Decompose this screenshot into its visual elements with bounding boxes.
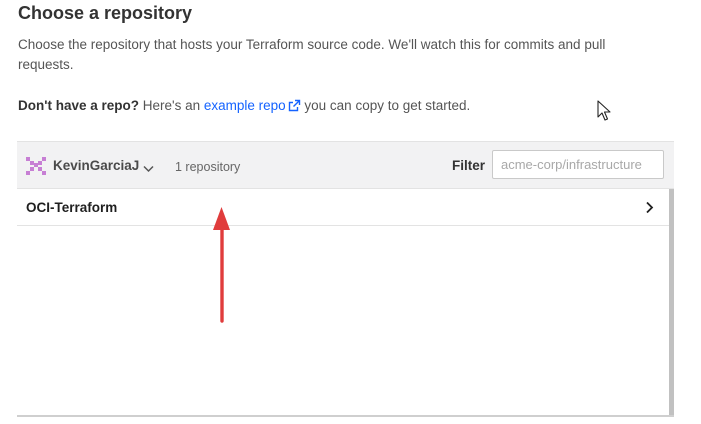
repository-panel-header: KevinGarciaJ 1 repository Filter bbox=[17, 141, 674, 189]
red-arrow-annotation bbox=[205, 200, 239, 331]
org-avatar[interactable] bbox=[26, 157, 46, 180]
chevron-down-icon[interactable] bbox=[143, 160, 154, 178]
external-link-icon bbox=[288, 99, 301, 115]
chevron-right-icon bbox=[645, 201, 654, 219]
example-repo-link[interactable]: example repo bbox=[204, 98, 301, 113]
filter-label: Filter bbox=[452, 158, 486, 173]
list-scrollbar[interactable] bbox=[669, 189, 674, 415]
hint-prefix: Here's an bbox=[138, 98, 204, 113]
org-selector[interactable]: KevinGarciaJ bbox=[53, 158, 139, 173]
page-description: Choose the repository that hosts your Te… bbox=[18, 37, 606, 72]
hint-bold: Don't have a repo? bbox=[18, 98, 139, 113]
filter-input[interactable] bbox=[492, 150, 664, 179]
repository-name: OCI-Terraform bbox=[26, 200, 118, 215]
repository-row-oci-terraform[interactable]: OCI-Terraform bbox=[17, 189, 669, 226]
mouse-pointer-icon bbox=[597, 100, 611, 127]
repository-list: OCI-Terraform bbox=[17, 189, 669, 413]
repository-panel: KevinGarciaJ 1 repository Filter OCI-Ter… bbox=[17, 141, 674, 417]
page-title: Choose a repository bbox=[18, 3, 193, 23]
hint-suffix: you can copy to get started. bbox=[300, 98, 471, 113]
example-repo-link-label: example repo bbox=[203, 98, 286, 113]
example-repo-hint: Don't have a repo? Here's an example rep… bbox=[18, 98, 470, 115]
repository-count: 1 repository bbox=[175, 160, 241, 174]
